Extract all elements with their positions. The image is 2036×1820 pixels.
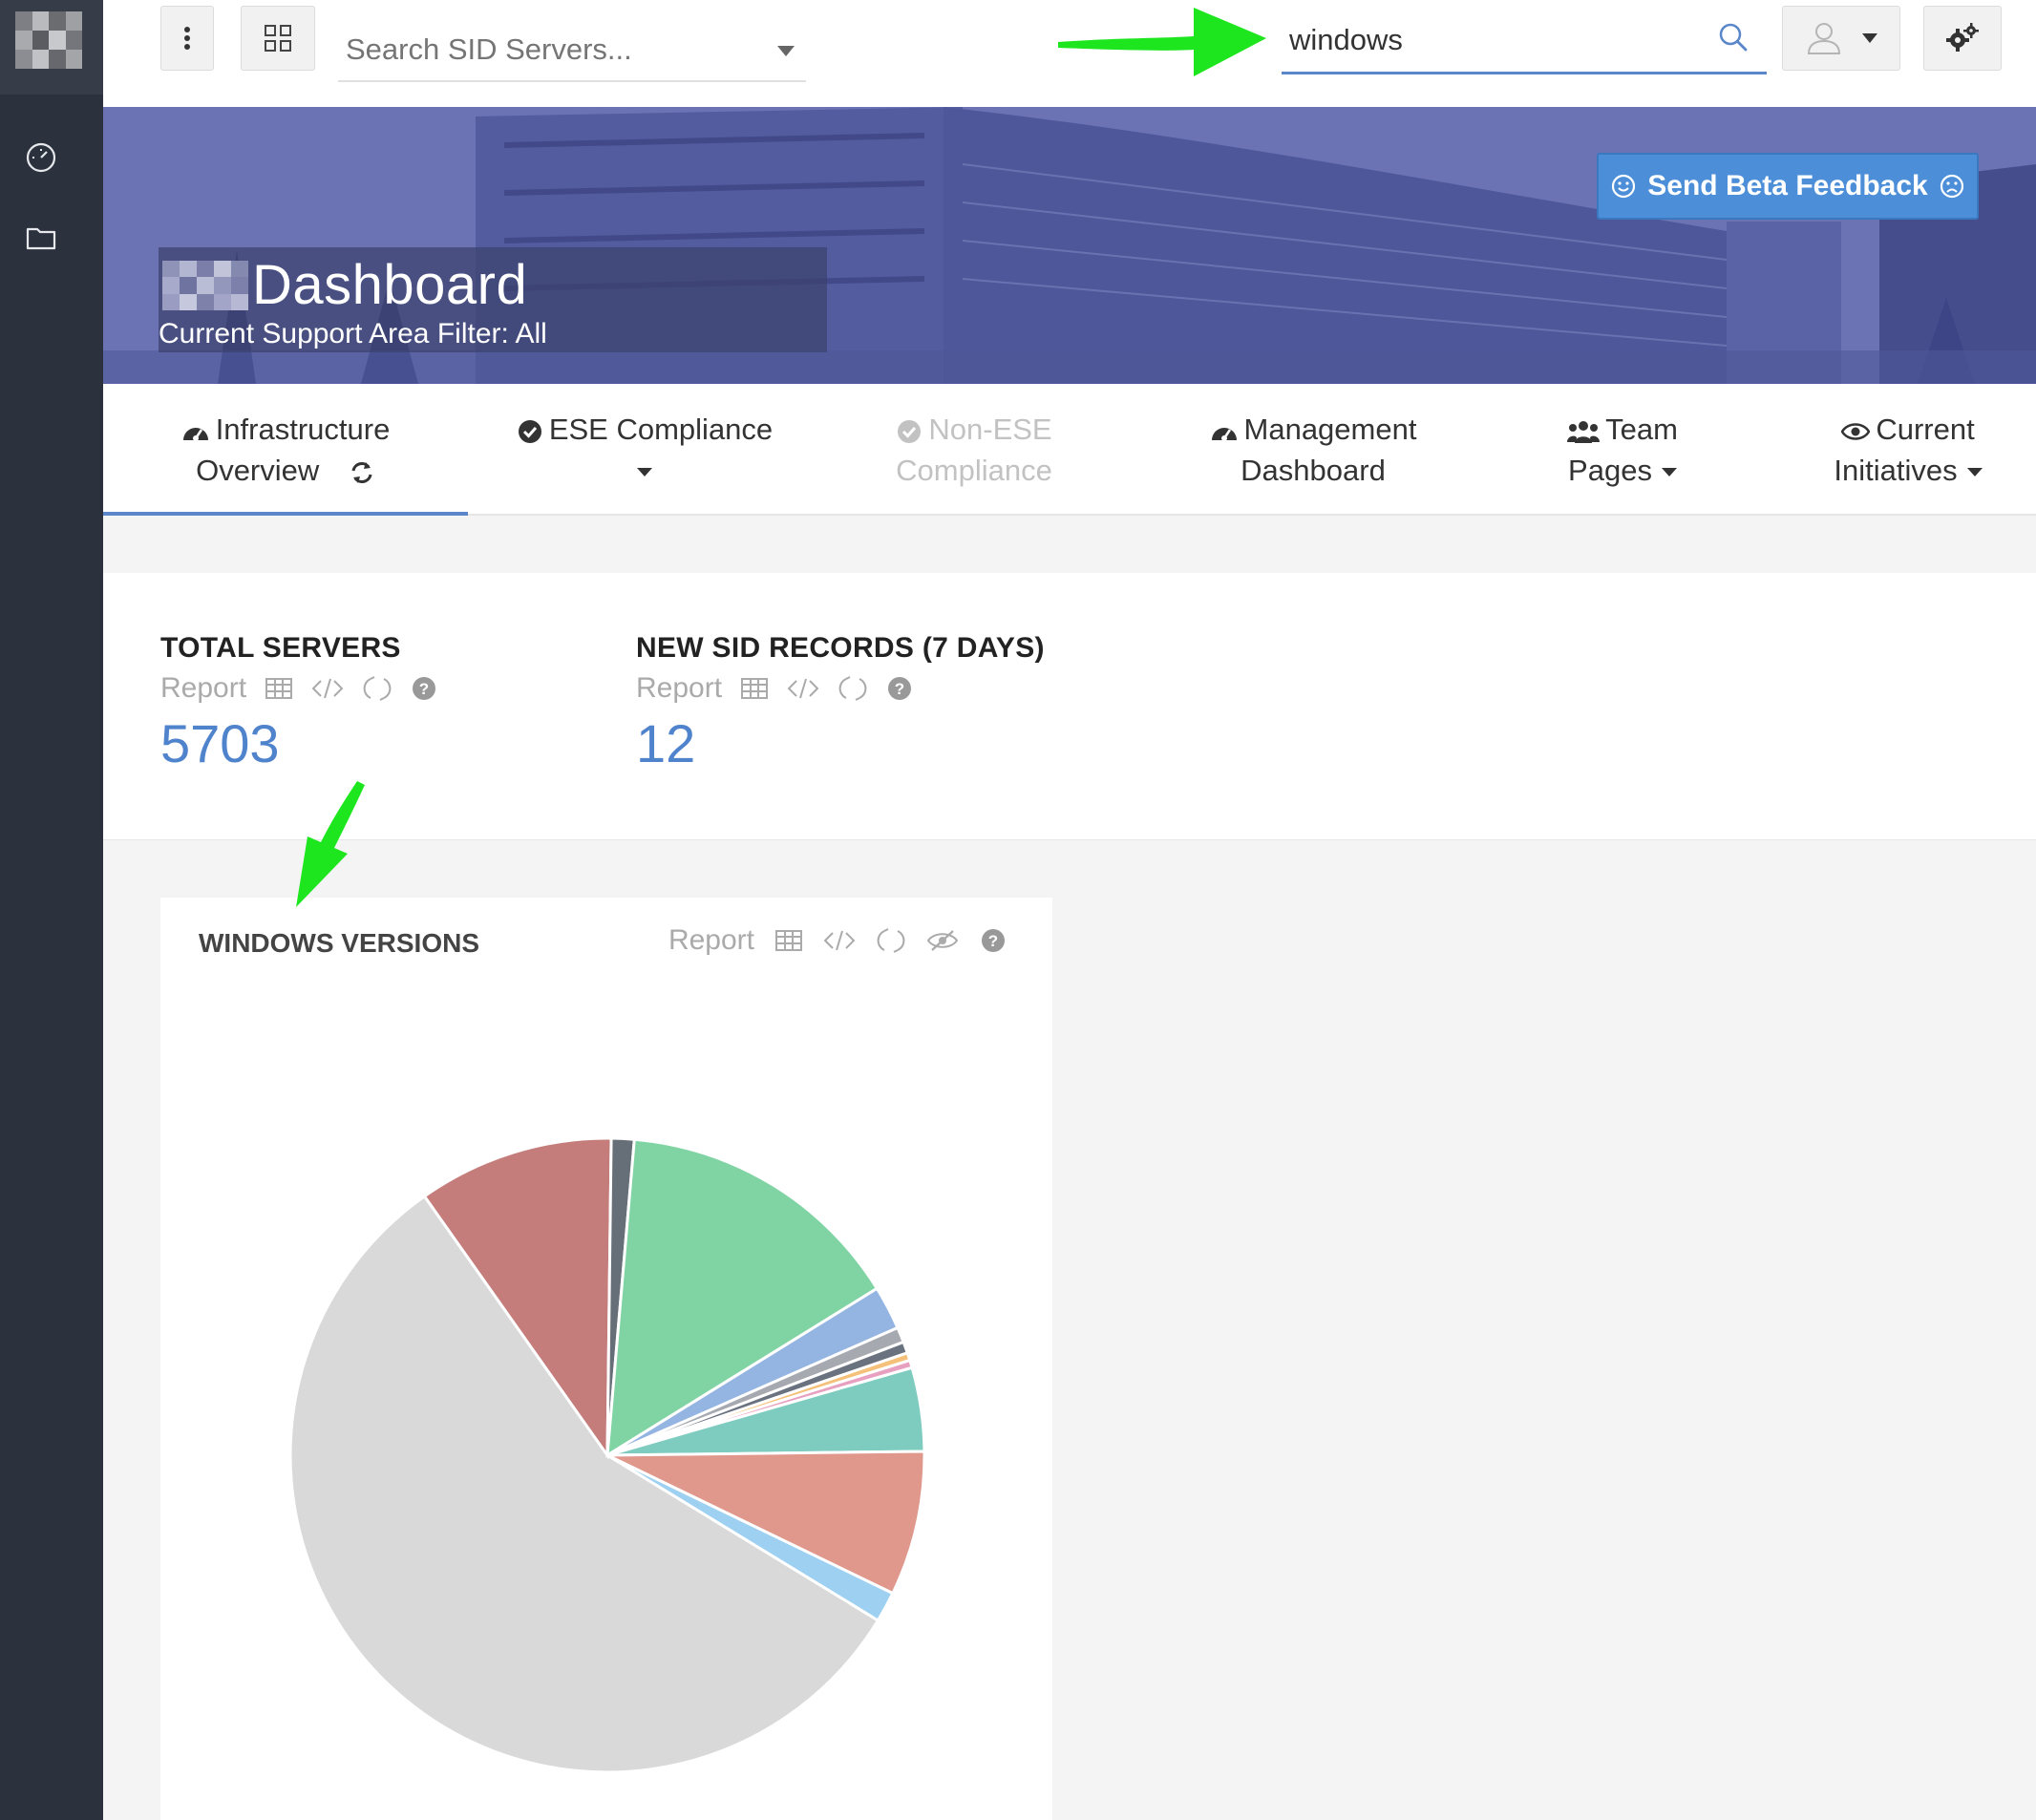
report-link[interactable]: Report (636, 672, 722, 705)
tab-label: Infrastructure (215, 413, 391, 446)
tab-management-dashboard[interactable]: Management Dashboard (1184, 384, 1442, 516)
code-icon[interactable] (787, 677, 819, 700)
stat-tools: Report ? (160, 672, 437, 705)
page-title: Dashboard (252, 254, 528, 316)
tab-label: Non-ESE (928, 413, 1052, 446)
frown-icon (1940, 174, 1963, 199)
refresh-icon[interactable] (349, 459, 375, 486)
tab-label: Current (1876, 413, 1975, 446)
tab-label: ESE Compliance (548, 413, 774, 446)
help-icon[interactable]: ? (411, 675, 437, 702)
app-logo[interactable] (0, 0, 103, 95)
user-icon (1807, 23, 1841, 54)
settings-button[interactable] (1923, 6, 2002, 71)
refresh-icon[interactable] (363, 674, 392, 703)
windows-versions-card: WINDOWS VERSIONS Report ? (160, 898, 1052, 1820)
pixelated-org-logo (162, 261, 248, 310)
grid-icon (265, 25, 291, 52)
help-icon[interactable]: ? (886, 675, 913, 702)
check-circle-icon (518, 419, 541, 443)
dashboard-icon (182, 427, 208, 441)
vertical-dots-icon (184, 27, 190, 50)
tab-label: Management (1243, 413, 1417, 446)
stat-label: NEW SID RECORDS (7 DAYS) (636, 632, 1045, 664)
stat-tools: Report ? (636, 672, 1045, 705)
tab-ese-compliance[interactable]: ESE Compliance (497, 384, 793, 516)
chevron-down-icon (1661, 468, 1677, 477)
dashboard-tabs: Infrastructure Overview ESE Compliance N… (103, 384, 2036, 516)
smile-icon (1612, 174, 1636, 199)
send-beta-feedback-button[interactable]: Send Beta Feedback (1597, 153, 1979, 220)
summary-stats: TOTAL SERVERS Report ? 5703 NEW SID RECO… (103, 573, 2036, 840)
eye-icon (1841, 423, 1871, 440)
tab-current-initiatives[interactable]: Current Initiatives (1813, 384, 2004, 516)
tab-non-ese-compliance: Non-ESE Compliance (879, 384, 1070, 516)
left-rail (0, 0, 103, 1820)
chevron-down-icon (1966, 468, 1983, 477)
table-icon[interactable] (741, 677, 769, 700)
table-icon[interactable] (265, 677, 293, 700)
svg-text:?: ? (895, 680, 904, 698)
apps-grid-button[interactable] (241, 6, 315, 71)
global-search-input[interactable] (1282, 11, 1702, 69)
tab-label: Pages (1568, 454, 1652, 487)
folder-icon[interactable] (25, 222, 57, 254)
tab-team-pages[interactable]: Team Pages (1551, 384, 1694, 516)
sid-server-search-input[interactable] (338, 21, 739, 78)
stat-label: TOTAL SERVERS (160, 632, 401, 664)
code-icon[interactable] (311, 677, 344, 700)
support-area-filter: Current Support Area Filter: All (159, 318, 547, 349)
check-circle-icon (898, 419, 922, 443)
chevron-down-icon[interactable] (777, 46, 795, 56)
stat-total-servers: TOTAL SERVERS Report ? 5703 (160, 632, 437, 774)
tab-infrastructure-overview[interactable]: Infrastructure Overview (103, 384, 468, 516)
total-servers-value[interactable]: 5703 (160, 712, 437, 774)
gears-icon (1946, 23, 1979, 52)
user-menu-button[interactable] (1782, 6, 1900, 71)
search-icon[interactable] (1717, 21, 1750, 53)
tab-label: Compliance (896, 454, 1052, 487)
feedback-label: Send Beta Feedback (1647, 170, 1928, 201)
dashboard-icon (1211, 427, 1237, 441)
users-icon (1567, 420, 1601, 443)
chevron-down-icon (637, 468, 652, 477)
windows-versions-pie-chart (288, 1136, 926, 1774)
dashboard-title-box: Dashboard Current Support Area Filter: A… (159, 247, 827, 352)
tab-label: Overview (196, 454, 320, 487)
tab-label: Initiatives (1834, 454, 1958, 487)
stat-new-sid-records: NEW SID RECORDS (7 DAYS) Report ? 12 (636, 632, 1045, 774)
chevron-down-icon (1862, 33, 1877, 43)
tab-label: Team (1605, 413, 1678, 446)
kebab-menu-button[interactable] (160, 6, 214, 71)
tab-label: Dashboard (1241, 454, 1386, 487)
hero-banner: Dashboard Current Support Area Filter: A… (103, 107, 2036, 384)
refresh-icon[interactable] (838, 674, 867, 703)
pixelated-logo (15, 11, 82, 69)
top-bar (103, 0, 2036, 107)
report-link[interactable]: Report (160, 672, 246, 705)
speedometer-icon[interactable] (25, 141, 57, 174)
new-sid-records-value[interactable]: 12 (636, 712, 1045, 774)
svg-text:?: ? (419, 680, 429, 698)
global-search[interactable] (1282, 11, 1767, 74)
sid-server-search[interactable] (338, 21, 806, 82)
